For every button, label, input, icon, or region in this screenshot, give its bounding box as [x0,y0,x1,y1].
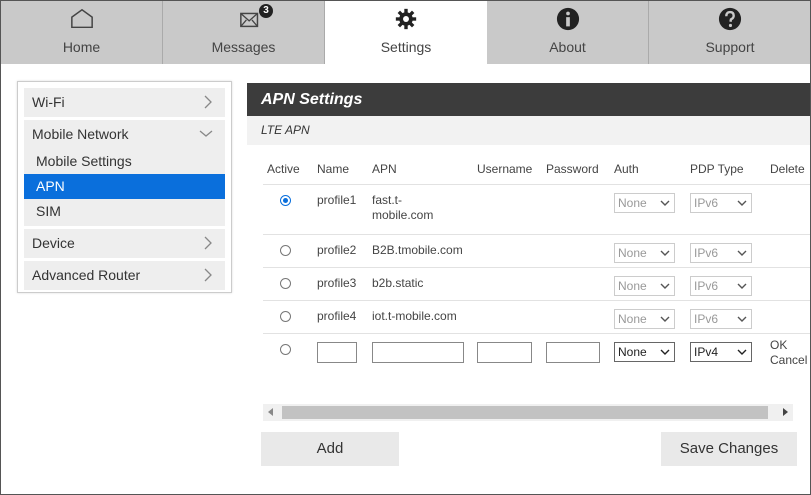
horizontal-scrollbar[interactable] [263,404,793,421]
add-button[interactable]: Add [261,432,399,466]
tab-about-label: About [549,39,586,55]
auth-select[interactable]: None [614,308,675,329]
messages-badge: 3 [259,4,273,18]
table-row: profile2 B2B.tmobile.com None IPv6 [263,233,810,267]
auth-select[interactable]: None [614,192,675,213]
table-row: profile4 iot.t-mobile.com None IPv6 [263,299,810,333]
chevron-down-icon [737,316,747,322]
pdp-select[interactable]: IPv6 [690,275,752,296]
apn-value: fast.t- [372,192,403,207]
profile-name: profile2 [313,233,368,267]
gear-icon [395,8,417,30]
chevron-down-icon [737,250,747,256]
chevron-down-icon [199,130,213,137]
tab-support-label: Support [705,39,755,55]
top-nav: Home 3 Messages Settings About Support [1,1,810,64]
chevron-right-icon [204,95,212,109]
pdp-select[interactable]: IPv6 [690,192,752,213]
chevron-down-icon [660,349,670,355]
sidebar: Wi-Fi Mobile Network Mobile Settings APN… [17,81,232,293]
active-radio[interactable] [280,194,291,206]
pdp-select[interactable]: IPv4 [690,341,752,362]
col-password: Password [546,161,599,176]
table-row: profile1 fast.t-mobile.com None IPv6 [263,183,810,234]
col-active: Active [267,161,300,176]
app-window: Home 3 Messages Settings About Support W… [0,0,811,495]
info-icon [556,7,579,31]
auth-select[interactable]: None [614,341,675,362]
sidebar-item-device[interactable]: Device [24,229,225,258]
sidebar-item-label: Advanced Router [32,267,141,283]
sidebar-item-apn[interactable]: APN [24,174,225,199]
sidebar-item-label: Mobile Network [32,126,129,142]
col-apn: APN [372,161,397,176]
page-title: APN Settings [247,83,810,116]
section-title: LTE APN [247,116,810,145]
scroll-left-icon[interactable] [268,408,273,416]
tab-messages-label: Messages [211,39,276,55]
sidebar-item-label: Device [32,235,75,251]
tab-home[interactable]: Home [1,1,163,64]
col-auth: Auth [614,161,639,176]
main-panel: APN Settings LTE APN Active Name APN Use… [247,83,810,494]
tab-about[interactable]: About [487,1,649,64]
chevron-down-icon [660,200,670,206]
name-input[interactable] [317,341,357,363]
cancel-link[interactable]: Cancel [770,353,807,368]
sidebar-item-wifi[interactable]: Wi-Fi [24,88,225,117]
table-header-row: Active Name APN Username Password Auth P… [263,154,810,184]
chevron-down-icon [660,283,670,289]
tab-settings[interactable]: Settings [325,1,487,64]
col-username: Username [477,161,533,176]
sidebar-item-advanced-router[interactable]: Advanced Router [24,261,225,290]
chevron-down-icon [660,316,670,322]
question-icon [718,7,742,31]
chevron-down-icon [737,283,747,289]
col-pdp-type: PDP Type [690,161,744,176]
active-radio[interactable] [280,244,291,256]
username-input[interactable] [477,341,532,363]
auth-select[interactable]: None [614,242,675,263]
active-radio[interactable] [280,343,291,355]
chevron-down-icon [660,250,670,256]
auth-select[interactable]: None [614,275,675,296]
pdp-select[interactable]: IPv6 [690,242,752,263]
scrollbar-thumb[interactable] [282,406,768,419]
ok-link[interactable]: OK [770,338,807,353]
apn-value: b2b.static [368,266,473,300]
home-icon [70,8,93,29]
password-input[interactable] [546,341,600,363]
scroll-right-icon[interactable] [783,408,788,416]
sidebar-item-label: Wi-Fi [32,94,65,110]
col-name: Name [317,161,350,176]
active-radio[interactable] [280,310,291,322]
apn-input[interactable] [372,341,464,363]
sidebar-item-mobile-settings[interactable]: Mobile Settings [24,149,225,174]
table-row-new: None IPv4 OK Cancel [263,332,810,383]
profile-name: profile4 [313,299,368,333]
apn-value: B2B.tmobile.com [368,233,473,267]
active-radio[interactable] [280,277,291,289]
profile-name: profile3 [313,266,368,300]
tab-support[interactable]: Support [649,1,810,64]
profile-name: profile1 [313,183,368,234]
chevron-down-icon [737,200,747,206]
apn-value: iot.t-mobile.com [368,299,473,333]
pdp-select[interactable]: IPv6 [690,308,752,329]
chevron-right-icon [204,268,212,282]
table-row: profile3 b2b.static None IPv6 [263,266,810,300]
apn-value-cont: mobile.com [372,207,434,222]
chevron-down-icon [737,349,747,355]
sidebar-item-mobile-network[interactable]: Mobile Network [24,120,225,149]
col-delete: Delete [770,161,805,176]
sidebar-item-sim[interactable]: SIM [24,199,225,224]
save-changes-button[interactable]: Save Changes [661,432,797,466]
tab-home-label: Home [62,39,101,55]
tab-settings-label: Settings [380,39,432,55]
mobile-network-submenu: Mobile Settings APN SIM [24,149,225,226]
tab-messages[interactable]: 3 Messages [163,1,325,64]
apn-table: Active Name APN Username Password Auth P… [263,154,810,383]
chevron-right-icon [204,236,212,250]
